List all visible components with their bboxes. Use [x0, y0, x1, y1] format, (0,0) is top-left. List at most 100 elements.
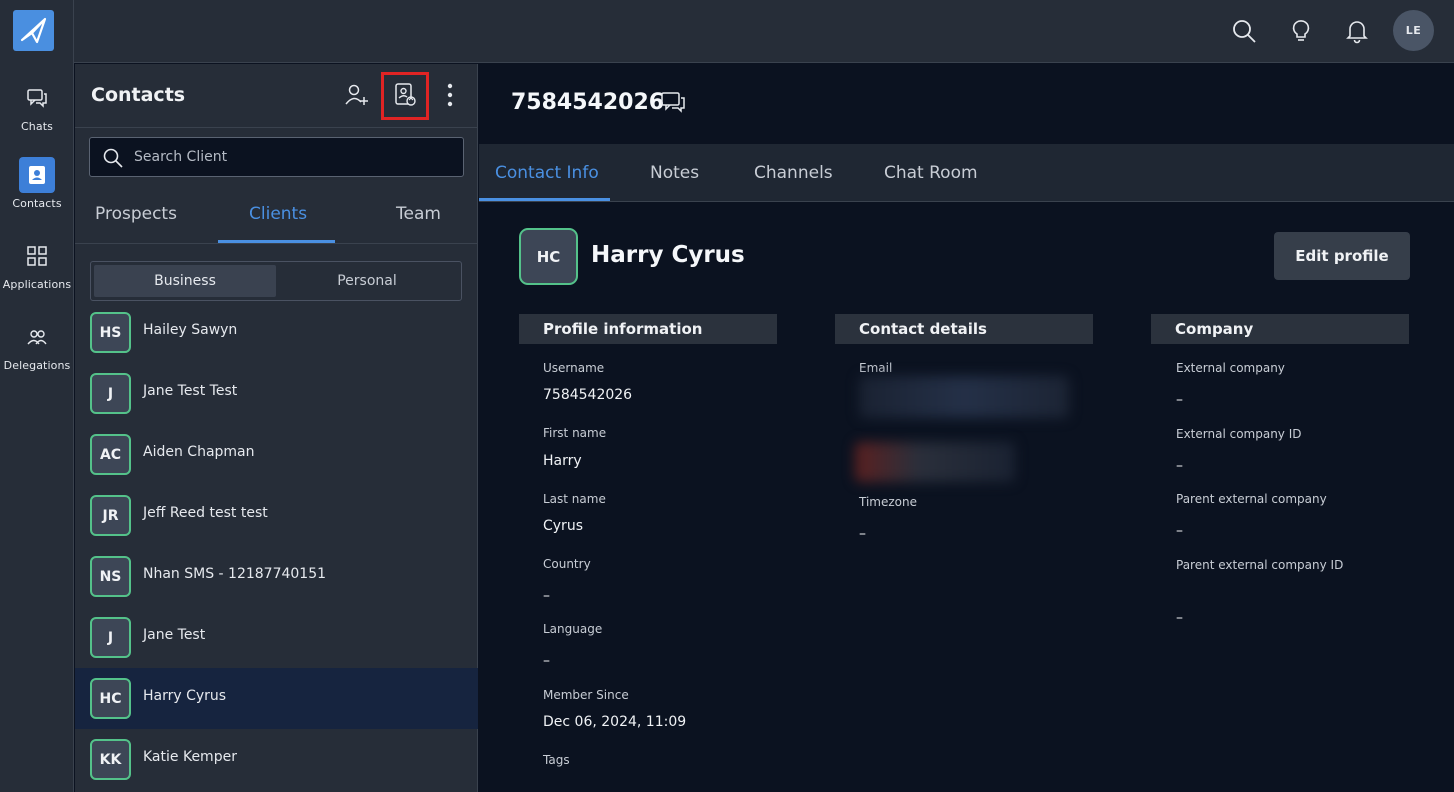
field-label: Username: [543, 361, 605, 375]
search-icon[interactable]: [1229, 16, 1259, 46]
contact-name: Katie Kemper: [143, 749, 237, 765]
chat-bubbles-icon: [19, 80, 55, 116]
field-value: –: [1176, 523, 1183, 539]
field-label: Email: [859, 361, 893, 375]
tab-team[interactable]: Team: [396, 204, 441, 224]
search-client-field[interactable]: [89, 137, 464, 177]
contact-name: Jane Test: [143, 627, 206, 643]
highlight-box: [381, 72, 429, 120]
redacted-phone: [855, 442, 1015, 482]
active-tab-indicator: [479, 198, 610, 201]
rail-item-delegations[interactable]: Delegations: [0, 319, 74, 389]
contact-name: Hailey Sawyn: [143, 322, 238, 338]
lightbulb-icon[interactable]: [1286, 16, 1316, 46]
field-label: Parent external company ID: [1176, 558, 1344, 572]
avatar: AC: [90, 434, 131, 475]
company-heading: Company: [1151, 314, 1409, 344]
search-input[interactable]: [134, 138, 454, 176]
field-label: Timezone: [859, 495, 917, 509]
search-icon: [103, 148, 123, 168]
field-value: 7584542026: [543, 387, 633, 403]
user-avatar[interactable]: LE: [1393, 10, 1434, 51]
detail-tabs: Contact Info Notes Channels Chat Room: [479, 144, 1454, 202]
field-label: Language: [543, 622, 603, 636]
contacts-tabs: Prospects Clients Team: [75, 186, 478, 244]
contact-name: Jane Test Test: [143, 383, 238, 399]
rail-item-contacts[interactable]: Contacts: [0, 157, 74, 227]
avatar: KK: [90, 739, 131, 780]
rail-label: Chats: [21, 120, 53, 133]
list-item[interactable]: J Jane Test Test: [75, 363, 478, 424]
field-value: –: [543, 588, 550, 604]
page-title: 7584542026: [511, 90, 665, 115]
top-header: LE: [74, 0, 1454, 63]
tab-notes[interactable]: Notes: [650, 163, 699, 183]
contact-details-heading: Contact details: [835, 314, 1093, 344]
rail-item-chats[interactable]: Chats: [0, 80, 74, 150]
list-item[interactable]: J Jane Test: [75, 607, 478, 668]
redacted-email: [859, 376, 1069, 418]
people-icon: [19, 319, 55, 355]
app-logo-icon[interactable]: [13, 10, 54, 51]
contacts-panel: Contacts Prospects Clients Team Business…: [75, 64, 478, 792]
field-value: Cyrus: [543, 518, 583, 534]
field-value: –: [1176, 458, 1183, 474]
field-label: First name: [543, 426, 607, 440]
avatar: JR: [90, 495, 131, 536]
list-item[interactable]: KK Katie Kemper: [75, 729, 478, 790]
add-contact-button[interactable]: [340, 78, 374, 112]
contact-name: Jeff Reed test test: [143, 505, 268, 521]
list-item[interactable]: AC Aiden Chapman: [75, 424, 478, 485]
edit-profile-button[interactable]: Edit profile: [1274, 232, 1410, 280]
tab-contact-info[interactable]: Contact Info: [495, 163, 599, 183]
grid-icon: [19, 238, 55, 274]
contact-name: Harry Cyrus: [143, 688, 227, 704]
list-item[interactable]: JR Jeff Reed test test: [75, 485, 478, 546]
field-label: Parent external company: [1176, 492, 1327, 506]
avatar: HC: [90, 678, 131, 719]
field-label: External company ID: [1176, 427, 1302, 441]
field-label: Member Since: [543, 688, 629, 702]
avatar: HS: [90, 312, 131, 353]
tab-channels[interactable]: Channels: [754, 163, 833, 183]
contact-detail: 7584542026 Contact Info Notes Channels C…: [479, 64, 1454, 792]
field-label: External company: [1176, 361, 1285, 375]
contact-name: Aiden Chapman: [143, 444, 255, 460]
tab-prospects[interactable]: Prospects: [95, 204, 177, 224]
profile-information-heading: Profile information: [519, 314, 777, 344]
more-options-button[interactable]: [433, 78, 467, 112]
field-value: –: [1176, 392, 1183, 408]
chat-bubbles-icon[interactable]: [659, 88, 687, 120]
bell-icon[interactable]: [1342, 16, 1372, 46]
segment-business[interactable]: Business: [94, 265, 276, 297]
client-type-toggle: Business Personal: [90, 261, 462, 301]
kebab-menu-icon: [447, 83, 453, 107]
tab-chat-room[interactable]: Chat Room: [884, 163, 978, 183]
avatar: J: [90, 617, 131, 658]
rail-item-applications[interactable]: Applications: [0, 238, 74, 308]
active-tab-indicator: [218, 240, 335, 243]
list-item-selected[interactable]: HC Harry Cyrus: [75, 668, 478, 729]
field-value: Dec 06, 2024, 11:09: [543, 714, 687, 730]
list-item[interactable]: NS Nhan SMS - 12187740151: [75, 546, 478, 607]
avatar: NS: [90, 556, 131, 597]
field-value: –: [1176, 610, 1183, 626]
field-value: –: [543, 653, 550, 669]
field-label: Last name: [543, 492, 606, 506]
tab-clients[interactable]: Clients: [249, 204, 307, 224]
field-value: Harry: [543, 453, 582, 469]
contacts-header: Contacts: [75, 64, 478, 128]
add-person-icon: [345, 84, 368, 105]
list-item[interactable]: HS Hailey Sawyn: [75, 302, 478, 363]
rail-label: Applications: [2, 278, 72, 291]
segment-personal[interactable]: Personal: [276, 265, 458, 297]
avatar: J: [90, 373, 131, 414]
rail-label: Contacts: [12, 197, 62, 210]
nav-rail: Chats Contacts Applications Delegations: [0, 0, 74, 792]
field-label: Tags: [543, 753, 570, 767]
field-value: –: [859, 526, 866, 542]
contact-full-name: Harry Cyrus: [591, 242, 745, 268]
field-label: Country: [543, 557, 591, 571]
contact-card-icon: [19, 157, 55, 193]
contacts-title: Contacts: [91, 84, 186, 106]
